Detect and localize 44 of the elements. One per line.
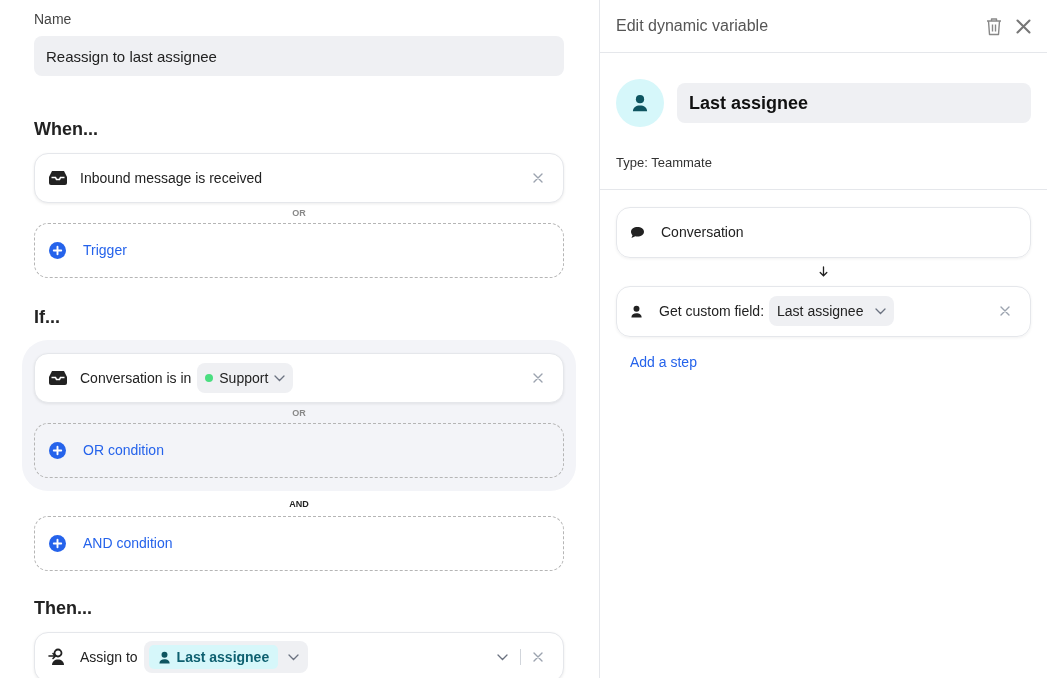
section-heading: Then...: [34, 597, 93, 620]
add-button[interactable]: Trigger: [34, 223, 564, 278]
trash-icon[interactable]: [985, 16, 1003, 36]
chevron-down-icon: [274, 374, 286, 382]
plus-circle-icon: [49, 535, 66, 552]
inbox-icon: [48, 370, 68, 386]
inbox-dropdown[interactable]: Support: [197, 363, 294, 393]
speech-bubble-icon: [630, 225, 645, 239]
person-icon: [630, 304, 643, 318]
action-text: Assign to: [80, 647, 138, 667]
plus-circle-icon: [49, 242, 66, 259]
name-field[interactable]: Reassign to last assignee: [34, 36, 564, 76]
close-icon[interactable]: [1016, 18, 1031, 34]
assignee-dropdown[interactable]: Last assignee: [143, 641, 309, 673]
close-icon[interactable]: [533, 652, 543, 662]
section-heading: If...: [34, 306, 61, 329]
field-label: Name: [34, 10, 73, 29]
plus-circle-icon: [49, 442, 66, 459]
close-icon[interactable]: [1000, 306, 1010, 316]
connector-label: OR: [292, 207, 306, 220]
connector-label: OR: [292, 407, 306, 420]
variable-name-field[interactable]: Last assignee: [677, 83, 1031, 123]
chevron-down-icon: [497, 653, 508, 661]
trigger-text: Inbound message is received: [80, 168, 264, 188]
connector-label: AND: [289, 498, 309, 511]
panel-title: Edit dynamic variable: [616, 16, 770, 36]
section-heading: When...: [34, 118, 99, 141]
person-icon: [631, 94, 649, 112]
add-button[interactable]: OR condition: [34, 423, 564, 478]
inbox-icon: [48, 170, 68, 186]
step-text: Conversation: [661, 222, 744, 242]
add-button[interactable]: AND condition: [34, 516, 564, 571]
step-text: Get custom field:: [659, 301, 765, 321]
chevron-down-icon: [288, 653, 300, 661]
arrow-down-icon: [819, 266, 828, 277]
type-label: Type: Teammate: [616, 154, 713, 172]
close-icon[interactable]: [533, 173, 543, 183]
condition-text: Conversation is in: [80, 368, 192, 388]
chevron-down-icon: [875, 307, 887, 315]
field-dropdown[interactable]: Last assignee: [769, 296, 895, 326]
variable-tag: Last assignee: [148, 645, 279, 669]
add-step-link[interactable]: Add a step: [630, 351, 697, 373]
close-icon[interactable]: [533, 373, 543, 383]
person-icon: [157, 650, 171, 664]
